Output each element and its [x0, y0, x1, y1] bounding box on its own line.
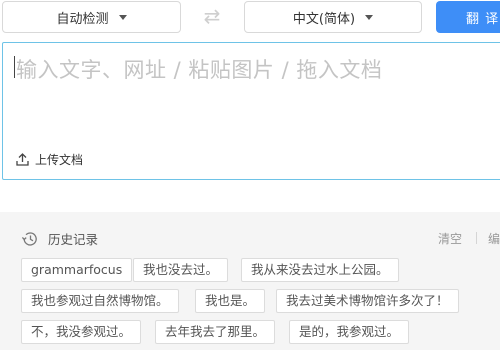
target-language-label: 中文(简体)	[292, 11, 356, 27]
source-text-input[interactable]: 输入文字、网址 / 粘贴图片 / 拖入文档 上传文档	[2, 42, 500, 180]
edit-history-button[interactable]: 编	[488, 230, 500, 247]
history-item[interactable]: 去年我去了那里。	[155, 320, 276, 344]
translator-app: 自动检测 ⇄ 中文(简体) 翻 译 输入文字、网址 / 粘贴图片 / 拖入文档 …	[0, 0, 500, 350]
history-panel: 历史记录 清空 编 grammarfocus 我也没去过。 我从来没去过水上公园…	[0, 212, 500, 350]
chevron-down-icon	[118, 14, 127, 20]
history-item[interactable]: 我从来没去过水上公园。	[241, 258, 399, 282]
history-item[interactable]: 不，我没参观过。	[21, 320, 142, 344]
upload-icon	[16, 153, 29, 166]
history-item[interactable]: 我也参观过自然博物馆。	[21, 289, 179, 313]
translate-button[interactable]: 翻 译	[436, 1, 500, 33]
clear-history-button[interactable]: 清空	[438, 230, 462, 247]
history-clock-icon	[21, 231, 37, 246]
history-item[interactable]: 我去过美术博物馆许多次了！	[276, 289, 459, 313]
upload-label: 上传文档	[35, 153, 84, 167]
source-language-label: 自动检测	[56, 11, 109, 27]
chevron-down-icon	[365, 14, 374, 20]
history-header: 历史记录	[21, 229, 98, 248]
history-item[interactable]: grammarfocus	[21, 258, 133, 282]
history-title: 历史记录	[48, 232, 99, 247]
divider	[476, 232, 477, 244]
history-item[interactable]: 我也是。	[195, 289, 266, 313]
input-placeholder: 输入文字、网址 / 粘贴图片 / 拖入文档	[16, 58, 383, 82]
history-item[interactable]: 是的，我参观过。	[289, 320, 410, 344]
upload-document-button[interactable]: 上传文档	[16, 151, 83, 168]
target-language-select[interactable]: 中文(简体)	[244, 1, 422, 33]
history-item[interactable]: 我也没去过。	[133, 258, 229, 282]
source-language-select[interactable]: 自动检测	[2, 1, 181, 33]
text-cursor	[14, 56, 15, 78]
swap-languages-icon[interactable]: ⇄	[199, 6, 225, 26]
